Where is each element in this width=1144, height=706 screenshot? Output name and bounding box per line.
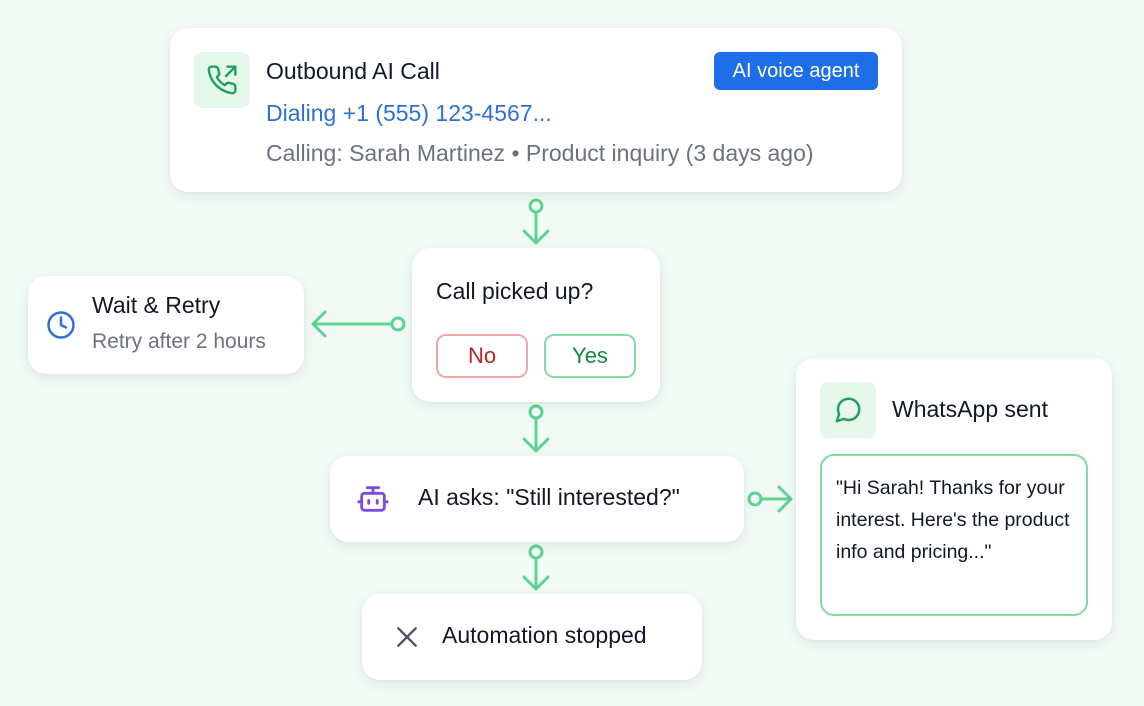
chat-icon-tile	[820, 382, 876, 438]
connector-call-to-decision	[522, 198, 550, 245]
yes-option-button[interactable]: Yes	[544, 334, 636, 378]
call-details: Calling: Sarah Martinez • Product inquir…	[266, 140, 814, 166]
connector-decision-to-retry	[311, 310, 406, 338]
decision-question: Call picked up?	[436, 278, 594, 304]
ai-question-text: AI asks: "Still interested?"	[418, 484, 680, 510]
robot-icon	[357, 486, 389, 512]
ai-asks-card: AI asks: "Still interested?"	[330, 456, 744, 542]
ai-voice-agent-badge: AI voice agent	[714, 52, 878, 90]
outbound-call-card: Outbound AI Call AI voice agent Dialing …	[170, 28, 902, 192]
retry-subtitle: Retry after 2 hours	[92, 330, 266, 353]
whatsapp-sent-card: WhatsApp sent "Hi Sarah! Thanks for your…	[796, 358, 1112, 640]
automation-stopped-card: Automation stopped	[362, 594, 702, 680]
automation-stopped-text: Automation stopped	[442, 622, 647, 648]
call-title: Outbound AI Call	[266, 58, 440, 84]
phone-icon-tile	[194, 52, 250, 108]
whatsapp-title: WhatsApp sent	[892, 396, 1048, 422]
whatsapp-message: "Hi Sarah! Thanks for your interest. Her…	[820, 454, 1088, 616]
phone-outgoing-icon	[207, 65, 237, 95]
call-picked-up-decision-card: Call picked up? No Yes	[412, 248, 660, 402]
dialing-status: Dialing +1 (555) 123-4567...	[266, 100, 552, 126]
retry-title: Wait & Retry	[92, 292, 221, 318]
clock-icon	[47, 311, 75, 339]
connector-decision-to-ai	[522, 404, 550, 453]
no-option-button[interactable]: No	[436, 334, 528, 378]
connector-ai-to-stopped	[522, 544, 550, 591]
chat-bubble-icon	[835, 397, 861, 423]
close-icon	[397, 627, 417, 647]
connector-ai-to-whatsapp	[747, 485, 793, 513]
wait-retry-card: Wait & Retry Retry after 2 hours	[28, 276, 304, 374]
